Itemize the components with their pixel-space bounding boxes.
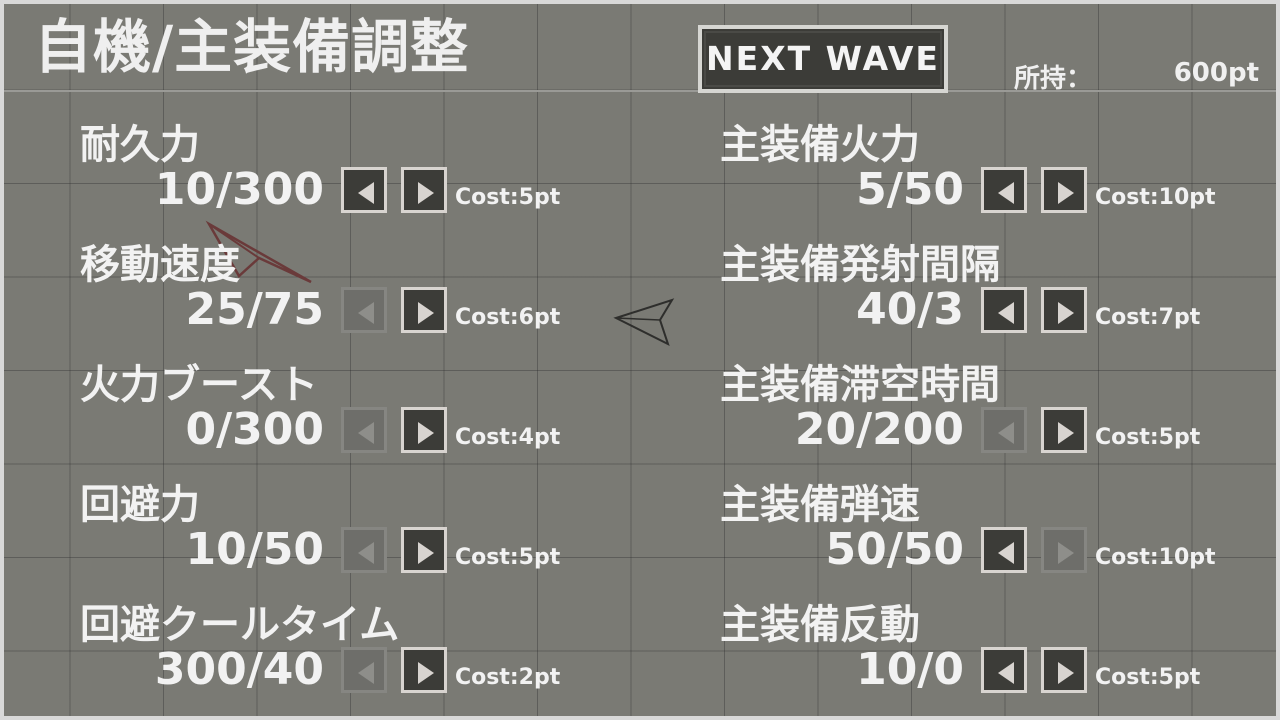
right-arrow-icon [418,542,434,564]
stat-cost: Cost:5pt [1095,425,1201,450]
stat-cost: Cost:4pt [455,425,561,450]
decrease-button[interactable] [341,647,387,693]
stat-cost: Cost:2pt [455,665,561,690]
points-value: 600pt [1173,58,1259,88]
stat-label: 主装備滞空時間 [720,362,1000,408]
right-arrow-icon [418,662,434,684]
stat-cost: Cost:6pt [455,305,561,330]
right-arrow-icon [418,182,434,204]
left-arrow-icon [358,422,374,444]
right-arrow-icon [418,302,434,324]
decrease-button[interactable] [341,407,387,453]
left-arrow-icon [358,542,374,564]
increase-button[interactable] [401,287,447,333]
decrease-button[interactable] [981,527,1027,573]
increase-button[interactable] [401,407,447,453]
left-arrow-icon [998,662,1014,684]
increase-button[interactable] [401,527,447,573]
increase-button[interactable] [1041,647,1087,693]
right-arrow-icon [1058,422,1074,444]
stat-cost: Cost:5pt [1095,665,1201,690]
page-title: 自機/主装備調整 [34,13,470,81]
increase-button[interactable] [1041,167,1087,213]
decrease-button[interactable] [981,167,1027,213]
left-arrow-icon [358,662,374,684]
stat-value: 50/50 [825,524,964,575]
right-arrow-icon [1058,182,1074,204]
decrease-button[interactable] [341,167,387,213]
stat-value: 10/50 [185,524,324,575]
stat-cost: Cost:5pt [455,185,561,210]
stat-value: 10/300 [154,164,324,215]
right-arrow-icon [418,422,434,444]
stat-cost: Cost:10pt [1095,185,1216,210]
stat-label: 耐久力 [80,122,200,168]
stat-value: 5/50 [856,164,964,215]
upgrade-screen: 自機/主装備調整 NEXT WAVE 所持： 600pt 耐久力 10/300 Co… [0,0,1280,720]
stat-label: 回避クールタイム [80,602,400,648]
stat-value: 0/300 [185,404,324,455]
right-arrow-icon [1058,302,1074,324]
left-arrow-icon [358,182,374,204]
left-arrow-icon [358,302,374,324]
right-arrow-icon [1058,662,1074,684]
stat-value: 10/0 [856,644,964,695]
stat-label: 回避力 [80,482,200,528]
player-ship-icon [613,298,675,346]
stat-label: 主装備弾速 [720,482,920,528]
right-arrow-icon [1058,542,1074,564]
left-arrow-icon [998,422,1014,444]
stat-label: 主装備火力 [720,122,920,168]
stat-value: 20/200 [794,404,964,455]
stat-value: 40/3 [856,284,964,335]
next-wave-button[interactable]: NEXT WAVE [698,25,948,93]
decrease-button[interactable] [341,287,387,333]
stat-label: 主装備反動 [720,602,920,648]
left-arrow-icon [998,302,1014,324]
increase-button[interactable] [401,647,447,693]
stat-label: 主装備発射間隔 [720,242,1000,288]
decrease-button[interactable] [981,647,1027,693]
increase-button[interactable] [1041,407,1087,453]
points-label: 所持： [1014,64,1093,94]
decrease-button[interactable] [981,287,1027,333]
left-arrow-icon [998,182,1014,204]
left-arrow-icon [998,542,1014,564]
decrease-button[interactable] [341,527,387,573]
stat-value: 25/75 [185,284,324,335]
increase-button[interactable] [1041,527,1087,573]
stat-cost: Cost:7pt [1095,305,1201,330]
increase-button[interactable] [401,167,447,213]
stat-label: 火力ブースト [80,362,318,408]
decrease-button[interactable] [981,407,1027,453]
stat-cost: Cost:10pt [1095,545,1216,570]
stat-label: 移動速度 [80,242,240,288]
increase-button[interactable] [1041,287,1087,333]
stat-value: 300/40 [154,644,324,695]
stat-cost: Cost:5pt [455,545,561,570]
